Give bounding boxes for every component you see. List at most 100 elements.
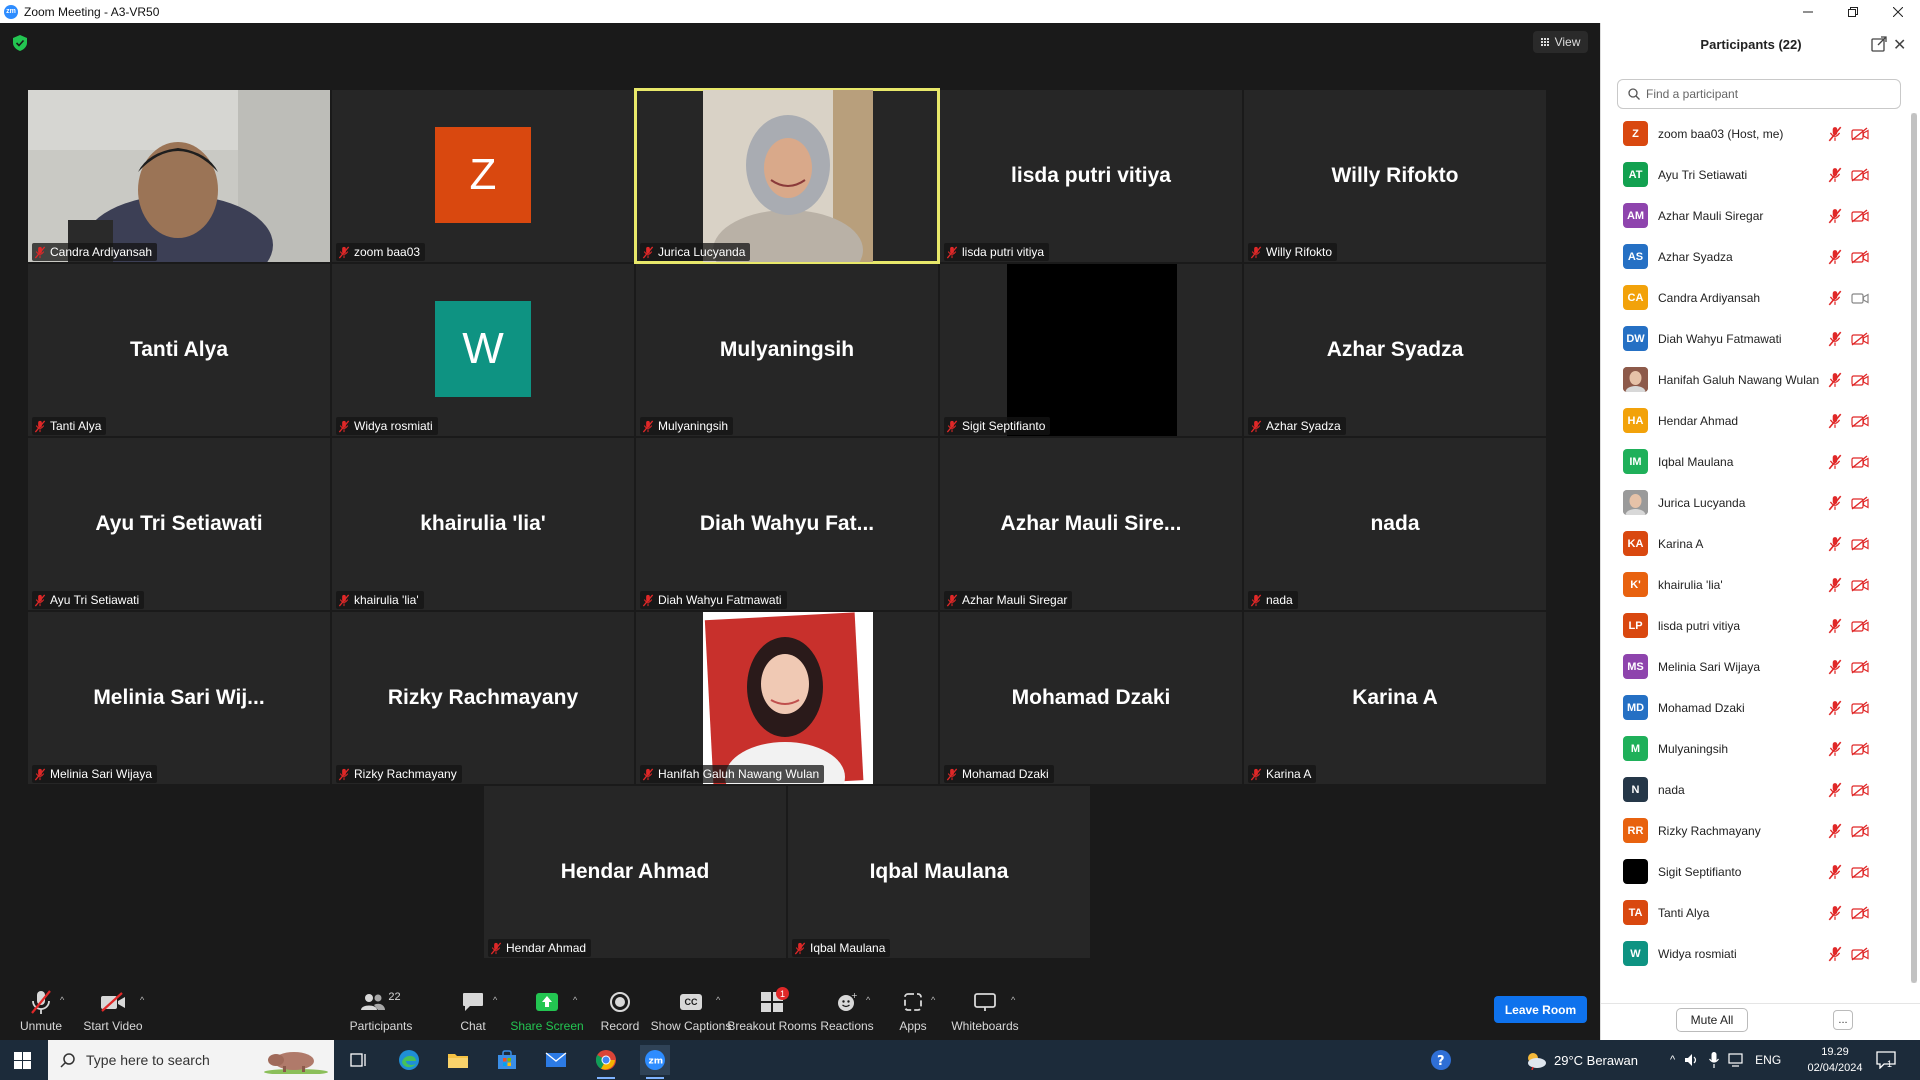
notifications-button[interactable]: 1 [1876, 1040, 1896, 1080]
participant-row[interactable]: M Mulyaningsih [1601, 728, 1909, 769]
participant-search[interactable] [1617, 79, 1901, 109]
participant-mic-status[interactable] [1828, 577, 1842, 593]
apps-options-caret[interactable]: ^ [931, 995, 935, 1005]
video-tile[interactable]: Willy Rifokto Willy Rifokto [1244, 90, 1546, 262]
mute-all-button[interactable]: Mute All [1676, 1008, 1748, 1032]
show-captions-button[interactable]: CC Show Captions [651, 978, 731, 1040]
participant-video-status[interactable] [1851, 782, 1869, 797]
restore-button[interactable] [1830, 0, 1875, 23]
minimize-button[interactable] [1785, 0, 1830, 23]
participant-video-status[interactable] [1851, 618, 1869, 633]
whiteboards-options-caret[interactable]: ^ [1011, 995, 1015, 1005]
participant-mic-status[interactable] [1828, 454, 1842, 470]
video-tile[interactable]: Ayu Tri Setiawati Ayu Tri Setiawati [28, 438, 330, 610]
video-tile[interactable]: Diah Wahyu Fat... Diah Wahyu Fatmawati [636, 438, 938, 610]
task-view-button[interactable] [344, 1045, 374, 1075]
participant-row[interactable]: Jurica Lucyanda [1601, 482, 1909, 523]
video-tile[interactable]: Rizky Rachmayany Rizky Rachmayany [332, 612, 634, 784]
file-explorer-app[interactable] [443, 1045, 473, 1075]
participant-video-status[interactable] [1851, 331, 1869, 346]
share-screen-button[interactable]: Share Screen [510, 978, 584, 1040]
whiteboards-button[interactable]: Whiteboards [951, 978, 1019, 1040]
security-shield-icon[interactable] [13, 35, 27, 51]
participant-video-status[interactable] [1851, 946, 1869, 961]
participant-video-status[interactable] [1851, 454, 1869, 469]
participant-mic-status[interactable] [1828, 249, 1842, 265]
edge-app[interactable] [394, 1045, 424, 1075]
participant-mic-status[interactable] [1828, 413, 1842, 429]
participant-video-status[interactable] [1851, 126, 1869, 141]
video-tile[interactable]: Melinia Sari Wij... Melinia Sari Wijaya [28, 612, 330, 784]
participant-video-status[interactable] [1851, 823, 1869, 838]
video-tile[interactable]: Sigit Septifianto [940, 264, 1242, 436]
participant-row[interactable]: TA Tanti Alya [1601, 892, 1909, 933]
network-icon[interactable] [1728, 1053, 1746, 1067]
store-app[interactable] [492, 1045, 522, 1075]
close-window-button[interactable] [1875, 0, 1920, 23]
participant-mic-status[interactable] [1828, 741, 1842, 757]
participant-video-status[interactable] [1851, 208, 1869, 223]
video-tile[interactable]: nada nada [1244, 438, 1546, 610]
participant-mic-status[interactable] [1828, 782, 1842, 798]
help-tray-icon[interactable]: ? [1430, 1040, 1452, 1080]
breakout-rooms-button[interactable]: 1 Breakout Rooms [727, 978, 817, 1040]
video-tile[interactable]: Zzoom baa03 [332, 90, 634, 262]
participant-mic-status[interactable] [1828, 208, 1842, 224]
participant-mic-status[interactable] [1828, 946, 1842, 962]
participant-video-status[interactable] [1851, 413, 1869, 428]
participant-mic-status[interactable] [1828, 126, 1842, 142]
start-button[interactable] [14, 1052, 31, 1069]
video-tile[interactable]: Hendar Ahmad Hendar Ahmad [484, 786, 786, 958]
video-tile[interactable]: khairulia 'lia' khairulia 'lia' [332, 438, 634, 610]
video-tile[interactable]: Tanti Alya Tanti Alya [28, 264, 330, 436]
start-video-button[interactable]: Start Video [83, 978, 143, 1040]
participant-row[interactable]: KA Karina A [1601, 523, 1909, 564]
video-tile[interactable]: Hanifah Galuh Nawang Wulan [636, 612, 938, 784]
participant-video-status[interactable] [1851, 741, 1869, 756]
weather-widget[interactable]: 29°C Berawan [1524, 1040, 1638, 1080]
mail-app[interactable] [541, 1045, 571, 1075]
participant-mic-status[interactable] [1828, 864, 1842, 880]
participant-video-status[interactable] [1851, 864, 1869, 879]
apps-button[interactable]: Apps [898, 978, 928, 1040]
participant-mic-status[interactable] [1828, 536, 1842, 552]
participant-mic-status[interactable] [1828, 290, 1842, 306]
participant-row[interactable]: W Widya rosmiati [1601, 933, 1909, 974]
participant-video-status[interactable] [1851, 905, 1869, 920]
more-options-button[interactable]: ... [1833, 1010, 1853, 1030]
chat-button[interactable]: Chat [458, 978, 488, 1040]
participant-row[interactable]: LP lisda putri vitiya [1601, 605, 1909, 646]
system-clock[interactable]: 19.29 02/04/2024 [1805, 1044, 1865, 1076]
participant-video-status[interactable] [1851, 291, 1869, 305]
participant-video-status[interactable] [1851, 700, 1869, 715]
video-tile[interactable]: Jurica Lucyanda [634, 88, 940, 264]
participant-video-status[interactable] [1851, 167, 1869, 182]
video-tile[interactable]: Karina A Karina A [1244, 612, 1546, 784]
chat-options-caret[interactable]: ^ [493, 995, 497, 1005]
speaker-icon[interactable] [1684, 1053, 1700, 1067]
close-panel-button[interactable]: ✕ [1893, 35, 1906, 55]
video-tile[interactable]: Azhar Mauli Sire... Azhar Mauli Siregar [940, 438, 1242, 610]
participant-row[interactable]: IM Iqbal Maulana [1601, 441, 1909, 482]
reactions-button[interactable]: + Reactions [820, 978, 873, 1040]
participant-mic-status[interactable] [1828, 618, 1842, 634]
participant-row[interactable]: AT Ayu Tri Setiawati [1601, 154, 1909, 195]
participant-mic-status[interactable] [1828, 372, 1842, 388]
participant-row[interactable]: HA Hendar Ahmad [1601, 400, 1909, 441]
participant-row[interactable]: Sigit Septifianto [1601, 851, 1909, 892]
participant-row[interactable]: RR Rizky Rachmayany [1601, 810, 1909, 851]
search-input[interactable] [1646, 87, 1876, 101]
reactions-options-caret[interactable]: ^ [866, 995, 870, 1005]
audio-options-caret[interactable]: ^ [60, 995, 64, 1005]
video-tile[interactable]: Iqbal Maulana Iqbal Maulana [788, 786, 1090, 958]
video-tile[interactable]: lisda putri vitiya lisda putri vitiya [940, 90, 1242, 262]
view-button[interactable]: View [1533, 31, 1588, 53]
participants-scrollbar[interactable] [1911, 113, 1917, 983]
captions-options-caret[interactable]: ^ [716, 995, 720, 1005]
participant-row[interactable]: Hanifah Galuh Nawang Wulan [1601, 359, 1909, 400]
participant-mic-status[interactable] [1828, 495, 1842, 511]
participant-video-status[interactable] [1851, 372, 1869, 387]
participant-video-status[interactable] [1851, 249, 1869, 264]
video-tile[interactable]: Mulyaningsih Mulyaningsih [636, 264, 938, 436]
record-button[interactable]: Record [601, 978, 639, 1040]
